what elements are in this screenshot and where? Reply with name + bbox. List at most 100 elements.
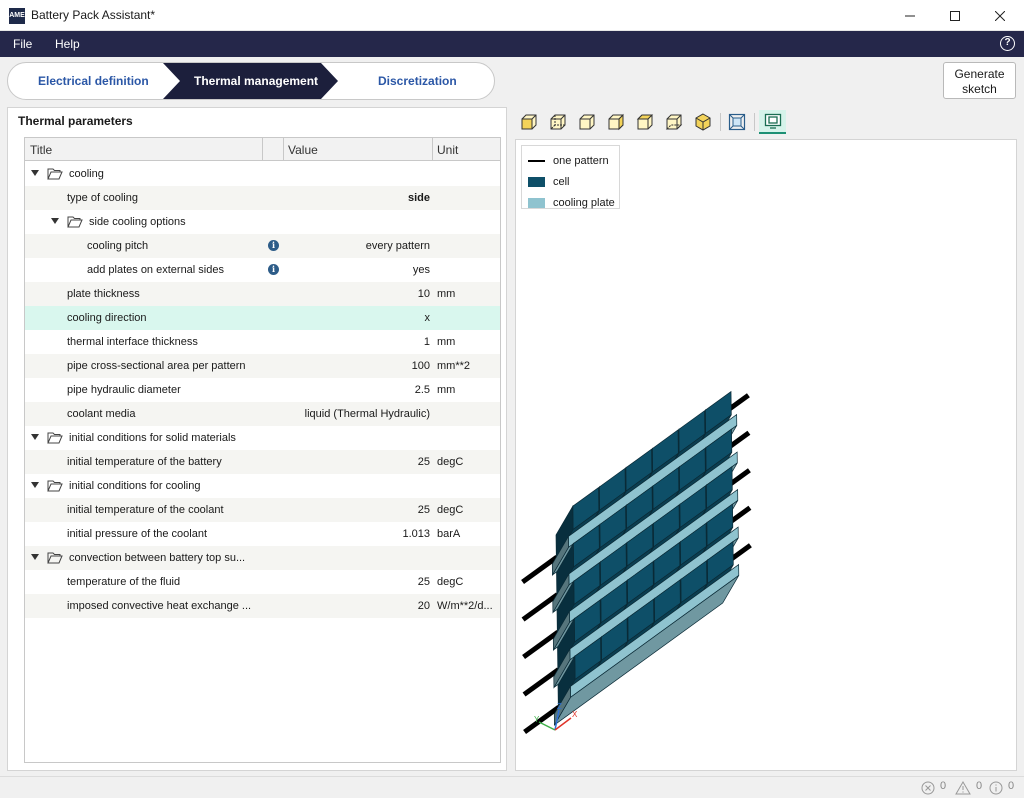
thermal-parameters-panel: Thermal parameters Title Value Unit cool… [7, 107, 507, 771]
view-back-button[interactable] [546, 110, 570, 134]
view-iso-icon [695, 113, 711, 131]
tree-row[interactable]: add plates on external sides i yes [25, 258, 500, 282]
minimize-button[interactable] [887, 0, 933, 31]
row-title: initial temperature of the battery [67, 456, 222, 468]
folder-open-icon [67, 216, 83, 228]
pattern-line [522, 667, 560, 697]
expand-arrow-icon[interactable] [31, 554, 39, 560]
tree-row[interactable]: cooling pitch i every pattern [25, 234, 500, 258]
expand-arrow-icon[interactable] [31, 434, 39, 440]
tree-row[interactable]: pipe cross-sectional area per pattern 10… [25, 354, 500, 378]
row-unit: mm [437, 336, 456, 348]
tree-row-convection[interactable]: convection between battery top su... [25, 546, 500, 570]
tree-row-side-cooling-options[interactable]: side cooling options [25, 210, 500, 234]
row-unit: degC [437, 504, 464, 516]
app-logo-icon: AME [9, 8, 25, 24]
view-left-icon [579, 114, 595, 130]
close-button[interactable] [977, 0, 1023, 31]
row-value[interactable]: 100 [412, 360, 430, 372]
view-bottom-button[interactable] [662, 110, 686, 134]
generate-sketch-button[interactable]: Generate sketch [943, 62, 1016, 99]
row-title: initial temperature of the coolant [67, 504, 224, 516]
view-iso-button[interactable] [691, 110, 715, 134]
row-unit: W/m**2/d... [437, 600, 493, 612]
tree-row-initial-conditions-cooling[interactable]: initial conditions for cooling [25, 474, 500, 498]
step-electrical-definition[interactable]: Electrical definition [38, 63, 149, 99]
generate-sketch-label-2: sketch [962, 82, 997, 96]
view-front-button[interactable] [517, 110, 541, 134]
row-value[interactable]: 10 [418, 288, 430, 300]
tree-row[interactable]: initial pressure of the coolant 1.013 ba… [25, 522, 500, 546]
column-divider [432, 138, 433, 161]
view-right-button[interactable] [604, 110, 628, 134]
tree-row-selected[interactable]: cooling direction x [25, 306, 500, 330]
tree-row[interactable]: initial temperature of the battery 25 de… [25, 450, 500, 474]
menu-file[interactable]: File [13, 37, 32, 51]
error-icon[interactable] [921, 781, 935, 795]
menu-bar: File Help ? [0, 31, 1024, 57]
row-unit: barA [437, 528, 461, 540]
row-title: side cooling options [89, 216, 186, 228]
tree-row[interactable]: plate thickness 10 mm [25, 282, 500, 306]
row-value[interactable]: 2.5 [415, 384, 430, 396]
row-title: plate thickness [67, 288, 140, 300]
expand-arrow-icon[interactable] [51, 218, 59, 224]
row-unit: degC [437, 456, 464, 468]
row-value[interactable]: 1.013 [402, 528, 430, 540]
row-value[interactable]: yes [413, 264, 430, 276]
tree-row-cooling[interactable]: cooling [25, 162, 500, 186]
column-title[interactable]: Title [30, 143, 52, 157]
column-divider [262, 138, 263, 161]
warning-icon[interactable] [955, 781, 971, 795]
tree-row[interactable]: thermal interface thickness 1 mm [25, 330, 500, 354]
row-value[interactable]: liquid (Thermal Hydraulic) [305, 408, 430, 420]
pattern-line [521, 555, 559, 585]
expand-arrow-icon[interactable] [31, 482, 39, 488]
title-bar: AME Battery Pack Assistant* [0, 0, 1024, 31]
info-icon[interactable]: i [268, 240, 279, 251]
3d-viewport[interactable]: one pattern cell cooling plate Y Z X [515, 139, 1017, 771]
menu-help[interactable]: Help [55, 37, 80, 51]
window-title: Battery Pack Assistant* [31, 8, 156, 22]
step-discretization[interactable]: Discretization [378, 63, 457, 99]
column-value[interactable]: Value [288, 143, 318, 157]
fit-view-button[interactable] [725, 110, 749, 134]
row-value[interactable]: side [408, 192, 430, 204]
row-value[interactable]: 25 [418, 504, 430, 516]
info-icon[interactable]: i [268, 264, 279, 275]
row-title: convection between battery top su... [69, 552, 246, 564]
tree-row[interactable]: pipe hydraulic diameter 2.5 mm [25, 378, 500, 402]
fit-view-icon [728, 113, 746, 131]
row-value[interactable]: 25 [418, 576, 430, 588]
view-left-button[interactable] [575, 110, 599, 134]
row-title: cooling direction [67, 312, 147, 324]
info-status-icon[interactable] [989, 781, 1003, 795]
sketch-view-button[interactable] [759, 110, 786, 134]
row-value[interactable]: every pattern [366, 240, 430, 252]
row-title: add plates on external sides [87, 264, 224, 276]
row-title: initial pressure of the coolant [67, 528, 208, 540]
tree-row[interactable]: coolant media liquid (Thermal Hydraulic) [25, 402, 500, 426]
view-top-button[interactable] [633, 110, 657, 134]
row-value[interactable]: 25 [418, 456, 430, 468]
row-value[interactable]: 1 [424, 336, 430, 348]
tree-row[interactable]: imposed convective heat exchange ... 20 … [25, 594, 500, 618]
info-count: 0 [1008, 780, 1015, 792]
maximize-button[interactable] [932, 0, 978, 31]
row-unit: mm [437, 288, 456, 300]
tree-row-initial-conditions-solid[interactable]: initial conditions for solid materials [25, 426, 500, 450]
row-value[interactable]: x [425, 312, 431, 324]
expand-arrow-icon[interactable] [31, 170, 39, 176]
column-unit[interactable]: Unit [437, 143, 458, 157]
row-title: cooling [69, 168, 104, 180]
help-icon[interactable]: ? [1000, 36, 1015, 51]
row-value[interactable]: 20 [418, 600, 430, 612]
axis-y-label: Y [534, 715, 540, 724]
step-thermal-management[interactable]: Thermal management [194, 63, 318, 99]
tree-row[interactable]: temperature of the fluid 25 degC [25, 570, 500, 594]
pattern-line [521, 592, 559, 622]
tree-row[interactable]: type of cooling side [25, 186, 500, 210]
tree-row[interactable]: initial temperature of the coolant 25 de… [25, 498, 500, 522]
view-toolbar [515, 107, 1017, 137]
folder-open-icon [47, 432, 63, 444]
